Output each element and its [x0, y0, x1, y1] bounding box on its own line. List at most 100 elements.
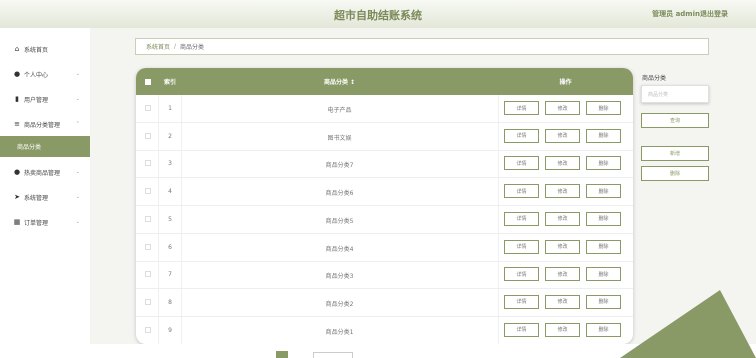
- column-divider: [158, 150, 159, 178]
- detail-button[interactable]: 详情: [504, 128, 539, 143]
- add-button[interactable]: 新增: [641, 146, 709, 161]
- column-divider: [158, 316, 159, 344]
- row-index: 3: [168, 160, 172, 168]
- row-category: 图书文娱: [327, 134, 352, 142]
- search-label: 商品分类: [642, 75, 667, 82]
- column-divider: [158, 122, 159, 150]
- sidebar-item-2[interactable]: ● 个人中心 ⌄: [0, 63, 90, 85]
- column-divider: [498, 316, 499, 344]
- row-index: 8: [168, 298, 172, 306]
- delete-button[interactable]: 删除: [586, 128, 621, 143]
- logout-link[interactable]: 退出登录: [700, 9, 728, 19]
- sidebar-item-label: 用户管理: [24, 96, 49, 104]
- batch-delete-button[interactable]: 删除: [641, 166, 709, 181]
- row-checkbox[interactable]: [145, 243, 151, 250]
- breadcrumb: 系统首页 / 商品分类: [135, 38, 709, 55]
- detail-button[interactable]: 详情: [504, 101, 539, 115]
- row-category: 商品分类6: [325, 190, 354, 198]
- column-divider: [158, 178, 159, 206]
- row-category: 商品分类2: [325, 300, 354, 308]
- header-actions: 操作: [559, 79, 572, 86]
- detail-button[interactable]: 详情: [504, 294, 539, 309]
- row-index: 9: [168, 326, 172, 334]
- row-category: 商品分类1: [325, 328, 354, 336]
- row-category: 商品分类3: [325, 273, 354, 281]
- column-divider: [498, 233, 499, 261]
- delete-button[interactable]: 删除: [586, 322, 621, 337]
- edit-button[interactable]: 修改: [545, 101, 580, 115]
- detail-button[interactable]: 详情: [504, 239, 539, 254]
- edit-button[interactable]: 修改: [545, 211, 580, 226]
- chevron-down-icon: ⌄: [75, 96, 80, 102]
- sidebar-item-7[interactable]: ▦ 订单管理 ⌄: [0, 211, 90, 233]
- row-category: 商品分类7: [325, 162, 354, 170]
- row-checkbox[interactable]: [145, 298, 151, 305]
- sidebar-item-label: 热卖商品管理: [24, 169, 61, 177]
- delete-button[interactable]: 删除: [586, 211, 621, 226]
- delete-button[interactable]: 删除: [586, 156, 621, 171]
- row-checkbox[interactable]: [145, 132, 151, 139]
- search-input[interactable]: 商品分类: [641, 85, 709, 103]
- row-checkbox[interactable]: [145, 326, 151, 333]
- header-category[interactable]: 商品分类 ↕: [181, 77, 498, 86]
- current-page-button[interactable]: [276, 351, 288, 358]
- detail-button[interactable]: 详情: [504, 267, 539, 282]
- detail-button[interactable]: 详情: [504, 211, 539, 226]
- sidebar-item-label: 系统首页: [24, 46, 49, 54]
- sidebar-item-6[interactable]: ➤ 系统管理 ⌄: [0, 186, 90, 208]
- edit-button[interactable]: 修改: [545, 156, 580, 171]
- row-index: 1: [168, 105, 172, 112]
- breadcrumb-home[interactable]: 系统首页: [146, 42, 170, 51]
- select-all-checkbox[interactable]: [145, 79, 151, 85]
- edit-button[interactable]: 修改: [545, 184, 580, 199]
- table-row: 5 商品分类5 详情 修改 删除: [136, 205, 633, 234]
- sidebar-item-3[interactable]: ▮ 用户管理 ⌄: [0, 88, 90, 110]
- row-index: 5: [168, 215, 172, 223]
- chevron-down-icon: ⌄: [75, 71, 80, 77]
- column-divider: [498, 150, 499, 178]
- detail-button[interactable]: 详情: [504, 184, 539, 199]
- row-index: 7: [168, 271, 172, 279]
- delete-button[interactable]: 删除: [586, 239, 621, 254]
- column-divider: [158, 261, 159, 289]
- column-divider: [498, 261, 499, 289]
- send-icon: ➤: [14, 193, 20, 201]
- detail-button[interactable]: 详情: [504, 322, 539, 337]
- row-checkbox[interactable]: [145, 271, 151, 278]
- row-checkbox[interactable]: [145, 215, 151, 222]
- edit-button[interactable]: 修改: [545, 267, 580, 282]
- page-size-select[interactable]: [313, 352, 353, 358]
- delete-button[interactable]: 删除: [586, 101, 621, 115]
- column-divider: [498, 205, 499, 233]
- delete-button[interactable]: 删除: [586, 267, 621, 282]
- edit-button[interactable]: 修改: [545, 128, 580, 143]
- detail-button[interactable]: 详情: [504, 156, 539, 171]
- grid-icon: ▦: [13, 218, 21, 226]
- sidebar-item-label: 个人中心: [24, 71, 49, 79]
- user-icon: ●: [13, 70, 21, 78]
- column-divider: [158, 288, 159, 316]
- sidebar-item-1[interactable]: ⌂ 系统首页: [0, 38, 90, 60]
- chevron-down-icon: ⌄: [75, 169, 80, 175]
- query-button[interactable]: 查询: [641, 113, 709, 128]
- app-title: 超市自助结账系统: [334, 9, 422, 22]
- column-divider: [498, 95, 499, 122]
- table-row: 2 图书文娱 详情 修改 删除: [136, 122, 633, 151]
- row-checkbox[interactable]: [145, 105, 151, 111]
- table-row: 1 电子产品 详情 修改 删除: [136, 95, 633, 123]
- sidebar-subitem-category[interactable]: 商品分类: [0, 136, 90, 157]
- edit-button[interactable]: 修改: [545, 322, 580, 337]
- edit-button[interactable]: 修改: [545, 294, 580, 309]
- chevron-down-icon: ⌄: [75, 219, 80, 225]
- row-index: 4: [168, 188, 172, 196]
- table-row: 4 商品分类6 详情 修改 删除: [136, 178, 633, 207]
- sidebar-item-5[interactable]: ● 热卖商品管理 ⌄: [0, 161, 90, 183]
- delete-button[interactable]: 删除: [586, 184, 621, 199]
- edit-button[interactable]: 修改: [545, 239, 580, 254]
- row-index: 6: [168, 243, 172, 251]
- sidebar-item-4[interactable]: ≡ 商品分类管理 ⌃: [0, 113, 90, 135]
- delete-button[interactable]: 删除: [586, 294, 621, 309]
- row-checkbox[interactable]: [145, 160, 151, 167]
- column-divider: [498, 178, 499, 206]
- row-checkbox[interactable]: [145, 188, 151, 195]
